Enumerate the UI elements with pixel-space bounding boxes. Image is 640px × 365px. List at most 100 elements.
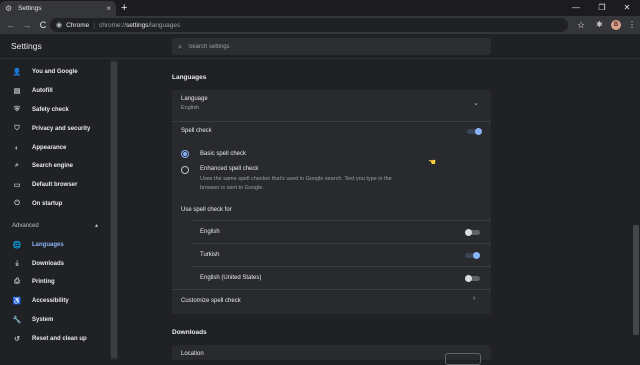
sidebar-scroll-thumb[interactable] <box>111 62 117 358</box>
sidebar-item-search-engine[interactable]: ⌕ Search engine <box>0 157 110 175</box>
divider <box>172 121 491 122</box>
spell-check-label: Spell check <box>181 128 212 134</box>
chevron-up-icon[interactable]: ▴ <box>95 222 98 229</box>
language-value: English <box>181 105 200 111</box>
languages-card: Language English ⌄ Spell check Basic spe… <box>172 90 491 314</box>
shield-icon: ⛉ <box>14 125 20 132</box>
title-bar: ⚙ Settings × + — ❐ ✕ <box>0 0 640 16</box>
sidebar-item-label: Safety check <box>32 107 69 113</box>
page-title: Settings <box>11 41 42 51</box>
sidebar-item-label: Printing <box>32 279 55 285</box>
divider <box>192 266 491 267</box>
divider <box>192 220 491 221</box>
downloads-section-title: Downloads <box>172 329 207 336</box>
sidebar-item-you-and-google[interactable]: 👤 You and Google <box>0 63 110 81</box>
settings-header: Settings ⌕ <box>0 34 640 59</box>
download-icon: ⤓ <box>15 260 19 267</box>
sidebar: 👤 You and Google ▤ Autofill ⛨ Safety check … <box>0 60 110 360</box>
change-location-button[interactable] <box>445 353 481 365</box>
main-scrollbar[interactable] <box>632 60 640 360</box>
person-icon: 👤 <box>12 69 22 76</box>
browser-icon: ▭ <box>13 182 21 189</box>
sidebar-item-downloads[interactable]: ⤓ Downloads <box>0 255 110 273</box>
sidebar-item-autofill[interactable]: ▤ Autofill <box>0 82 110 100</box>
customize-spell-check-link[interactable]: Customize spell check <box>181 298 241 304</box>
sidebar-item-privacy[interactable]: ⛉ Privacy and security <box>0 120 110 138</box>
tab-title: Settings <box>18 5 42 12</box>
shield-check-icon: ⛨ <box>14 106 20 113</box>
sidebar-item-safety-check[interactable]: ⛨ Safety check <box>0 101 110 119</box>
sidebar-item-printing[interactable]: ⎙ Printing <box>0 273 110 291</box>
reload-button[interactable]: C <box>35 20 51 30</box>
address-bar[interactable]: ◉ Chrome | chrome://settings/languages <box>50 18 568 32</box>
extensions-icon[interactable]: ✱ <box>596 16 603 34</box>
search-icon: ⌕ <box>15 162 19 169</box>
url-host: settings <box>126 21 149 29</box>
clipboard-icon: ▤ <box>13 88 21 95</box>
maximize-button[interactable]: ❐ <box>589 0 615 16</box>
english-toggle[interactable] <box>465 229 480 236</box>
globe-icon: 🌐 <box>12 242 22 249</box>
search-icon: ⌕ <box>178 41 183 51</box>
site-chip: Chrome <box>66 21 90 29</box>
sidebar-item-appearance[interactable]: ◐ Appearance <box>0 139 110 157</box>
sidebar-item-label: Appearance <box>32 145 67 151</box>
downloads-card: Location <box>172 345 491 360</box>
gear-icon: ⚙ <box>5 4 13 13</box>
history-icon: ↺ <box>14 336 20 343</box>
forward-button[interactable]: → <box>19 20 35 30</box>
english-us-toggle[interactable] <box>465 275 480 282</box>
accessibility-icon: ♿ <box>12 298 22 305</box>
sidebar-item-label: Reset and clean up <box>32 336 87 342</box>
menu-icon[interactable]: ⋮ <box>628 16 636 34</box>
sidebar-item-default-browser[interactable]: ▭ Default browser <box>0 176 110 194</box>
sidebar-item-accessibility[interactable]: ♿ Accessibility <box>0 292 110 310</box>
language-label[interactable]: Language <box>181 96 208 102</box>
mouse-cursor-icon: ☚ <box>428 157 437 167</box>
bookmark-star-icon[interactable]: ☆ <box>577 16 585 34</box>
sidebar-item-label: Accessibility <box>32 298 69 304</box>
sidebar-item-system[interactable]: 🔧 System <box>0 311 110 329</box>
basic-spell-check-radio[interactable] <box>181 150 189 158</box>
languages-section-title: Languages <box>172 74 207 81</box>
sidebar-item-label: Default browser <box>32 182 78 188</box>
profile-avatar[interactable]: B <box>611 20 621 30</box>
search-box[interactable]: ⌕ <box>172 38 491 55</box>
main-scroll-thumb[interactable] <box>633 225 639 335</box>
sidebar-item-on-startup[interactable]: ⏻ On startup <box>0 195 110 213</box>
spell-language-english-us: English (United States) <box>200 275 262 281</box>
sidebar-item-languages[interactable]: 🌐 Languages <box>0 236 110 254</box>
sidebar-item-label: You and Google <box>32 69 78 75</box>
power-icon: ⏻ <box>14 200 20 207</box>
spell-language-turkish: Turkish <box>200 252 220 258</box>
spell-check-toggle[interactable] <box>467 128 482 135</box>
sidebar-advanced-heading[interactable]: Advanced <box>12 223 39 229</box>
divider <box>172 289 491 290</box>
use-spell-check-for-label: Use spell check for <box>181 207 232 213</box>
close-tab-icon[interactable]: × <box>106 4 111 13</box>
chevron-down-icon[interactable]: ⌄ <box>473 99 479 107</box>
wrench-icon: 🔧 <box>12 317 22 324</box>
sidebar-item-reset[interactable]: ↺ Reset and clean up <box>0 330 110 348</box>
chevron-right-icon[interactable]: › <box>473 295 475 302</box>
sidebar-item-label: Downloads <box>32 261 65 267</box>
enhanced-spell-check-radio[interactable] <box>181 166 189 174</box>
divider <box>192 243 491 244</box>
sidebar-item-label: System <box>32 317 54 323</box>
turkish-toggle[interactable] <box>465 252 480 259</box>
sidebar-item-label: Privacy and security <box>32 126 91 132</box>
sidebar-item-label: Autofill <box>32 88 53 94</box>
minimize-button[interactable]: — <box>563 0 589 16</box>
palette-icon: ◐ <box>14 144 20 152</box>
back-button[interactable]: ← <box>3 20 19 30</box>
search-input[interactable] <box>188 43 469 50</box>
sidebar-scrollbar[interactable] <box>110 60 118 360</box>
new-tab-button[interactable]: + <box>121 1 127 15</box>
close-window-button[interactable]: ✕ <box>614 0 640 16</box>
chrome-icon: ◉ <box>56 22 63 29</box>
separator: | <box>93 21 95 29</box>
enhanced-description-line2: browser is sent to Google. <box>200 185 264 191</box>
printer-icon: ⎙ <box>14 278 20 285</box>
tab-settings[interactable]: ⚙ Settings × <box>0 1 116 16</box>
basic-spell-check-label: Basic spell check <box>200 151 247 157</box>
